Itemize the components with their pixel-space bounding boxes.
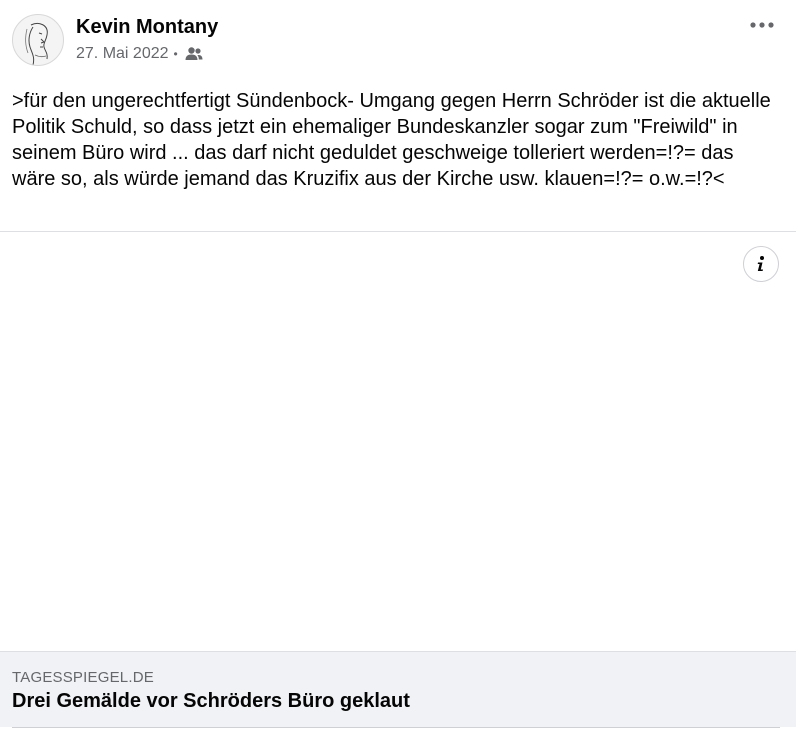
info-icon bbox=[757, 256, 764, 271]
more-options-button[interactable] bbox=[744, 10, 780, 40]
divider bbox=[12, 727, 780, 728]
link-domain: TAGESSPIEGEL.DE bbox=[12, 669, 154, 686]
avatar-sketch-icon bbox=[25, 22, 48, 65]
info-button[interactable] bbox=[743, 246, 779, 282]
media-area[interactable] bbox=[0, 232, 796, 651]
link-preview[interactable]: TAGESSPIEGEL.DE Drei Gemälde vor Schröde… bbox=[0, 651, 796, 727]
post-meta: 27. Mai 2022 • bbox=[76, 43, 203, 65]
link-title[interactable]: Drei Gemälde vor Schröders Büro geklaut bbox=[12, 688, 410, 714]
more-horizontal-icon bbox=[750, 22, 774, 28]
meta-separator: • bbox=[173, 47, 178, 61]
avatar[interactable] bbox=[12, 14, 64, 66]
friends-icon[interactable] bbox=[185, 46, 203, 62]
author-name[interactable]: Kevin Montany bbox=[76, 14, 218, 40]
post-text: >für den ungerechtfertigt Sündenbock- Um… bbox=[12, 90, 771, 190]
post-header: Kevin Montany 27. Mai 2022 • bbox=[0, 0, 796, 80]
post-date[interactable]: 27. Mai 2022 bbox=[76, 45, 169, 63]
